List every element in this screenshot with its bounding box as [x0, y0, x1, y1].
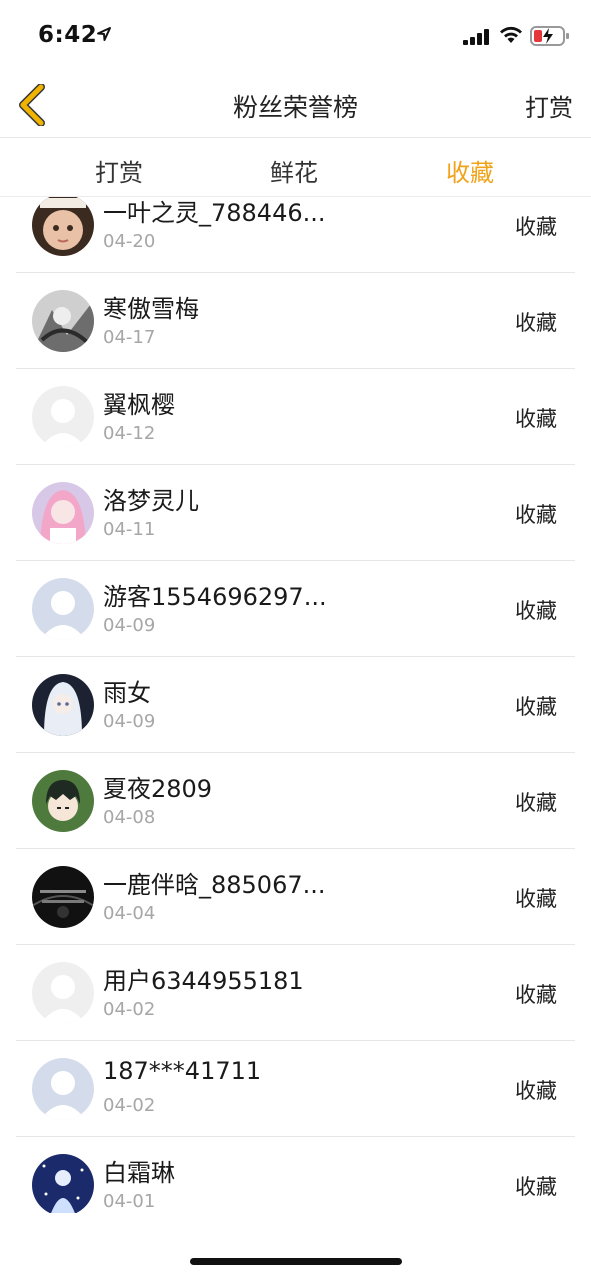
list-item[interactable]: 游客1554696297... 04-09 收藏	[16, 561, 575, 657]
list-item[interactable]: 雨女 04-09 收藏	[16, 657, 575, 753]
action-label: 收藏	[515, 983, 557, 1007]
avatar[interactable]	[32, 1058, 94, 1120]
user-name: 夏夜2809	[103, 775, 213, 803]
action-label: 收藏	[515, 791, 557, 815]
action-label: 收藏	[515, 887, 557, 911]
user-name: 洛梦灵儿	[103, 487, 199, 515]
list-item[interactable]: 用户6344955181 04-02 收藏	[16, 945, 575, 1041]
favorite-date: 04-20	[103, 231, 156, 252]
user-name: 游客1554696297...	[103, 583, 327, 611]
favorite-date: 04-02	[103, 1095, 156, 1116]
fan-list[interactable]: 一叶之灵_788446... 04-20 收藏 寒傲雪梅 04-17 收藏 翼枫樱 04-12…	[0, 197, 591, 1213]
list-item[interactable]: 一鹿伴晗_885067... 04-04 收藏	[16, 849, 575, 945]
navigation-bar: 粉丝荣誉榜 打赏	[0, 72, 591, 138]
favorite-date: 04-01	[103, 1191, 156, 1212]
avatar[interactable]	[32, 482, 94, 544]
list-item[interactable]: 翼枫樱 04-12 收藏	[16, 369, 575, 465]
battery-charging-icon	[530, 26, 569, 46]
user-name: 白霜琳	[103, 1159, 175, 1187]
action-label: 收藏	[515, 599, 557, 623]
tab-bar: 打赏 鲜花 收藏	[0, 139, 591, 197]
tab-reward[interactable]: 打赏	[95, 153, 143, 188]
avatar[interactable]	[32, 866, 94, 928]
favorite-date: 04-09	[103, 711, 156, 732]
favorite-date: 04-09	[103, 615, 156, 636]
favorite-date: 04-02	[103, 999, 156, 1020]
avatar[interactable]	[32, 386, 94, 448]
fan-list-items: 一叶之灵_788446... 04-20 收藏 寒傲雪梅 04-17 收藏 翼枫樱 04-12…	[0, 197, 591, 1213]
user-name: 一叶之灵_788446...	[103, 199, 326, 227]
user-name: 一鹿伴晗_885067...	[103, 871, 326, 899]
list-item[interactable]: 187***41711 04-02 收藏	[16, 1041, 575, 1137]
favorite-date: 04-04	[103, 903, 156, 924]
favorite-date: 04-11	[103, 519, 156, 540]
status-time: 6:42	[38, 22, 98, 48]
wifi-icon	[500, 26, 522, 43]
avatar[interactable]	[32, 290, 94, 352]
list-item[interactable]: 夏夜2809 04-08 收藏	[16, 753, 575, 849]
user-name: 寒傲雪梅	[103, 295, 199, 323]
list-item[interactable]: 一叶之灵_788446... 04-20 收藏	[16, 197, 575, 273]
action-label: 收藏	[515, 215, 557, 239]
status-bar: 6:42	[0, 0, 591, 72]
cellular-signal-icon	[463, 29, 489, 45]
action-label: 收藏	[515, 695, 557, 719]
favorite-date: 04-17	[103, 327, 156, 348]
favorite-date: 04-12	[103, 423, 156, 444]
location-arrow-icon	[97, 27, 111, 41]
avatar[interactable]	[32, 962, 94, 1024]
user-name: 翼枫樱	[103, 391, 175, 419]
list-item[interactable]: 寒傲雪梅 04-17 收藏	[16, 273, 575, 369]
user-name: 雨女	[103, 679, 151, 707]
action-label: 收藏	[515, 1175, 557, 1199]
tab-favorites[interactable]: 收藏	[446, 153, 494, 188]
avatar[interactable]	[32, 770, 94, 832]
avatar[interactable]	[32, 674, 94, 736]
list-item[interactable]: 洛梦灵儿 04-11 收藏	[16, 465, 575, 561]
avatar[interactable]	[32, 1154, 94, 1213]
user-name: 用户6344955181	[103, 967, 304, 995]
avatar[interactable]	[32, 197, 94, 256]
favorite-date: 04-08	[103, 807, 156, 828]
action-label: 收藏	[515, 407, 557, 431]
list-item[interactable]: 白霜琳 04-01 收藏	[16, 1137, 575, 1213]
reward-button[interactable]: 打赏	[525, 88, 573, 123]
action-label: 收藏	[515, 311, 557, 335]
avatar[interactable]	[32, 578, 94, 640]
page-title: 粉丝荣誉榜	[232, 93, 358, 122]
action-label: 收藏	[515, 503, 557, 527]
tab-flowers[interactable]: 鲜花	[270, 153, 318, 188]
user-name: 187***41711	[103, 1057, 262, 1085]
action-label: 收藏	[515, 1079, 557, 1103]
home-indicator	[190, 1258, 402, 1265]
